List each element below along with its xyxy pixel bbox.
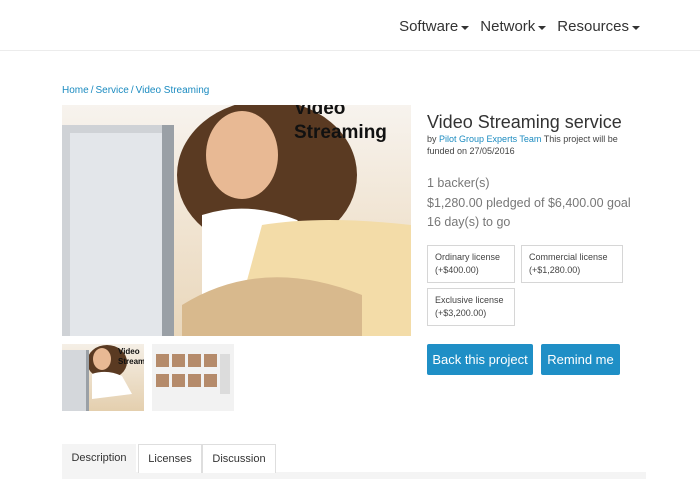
license-price: (+$3,200.00) bbox=[435, 308, 487, 318]
breadcrumb-home[interactable]: Home bbox=[62, 85, 89, 96]
main-nav: Software Network Resources bbox=[399, 18, 640, 35]
thumbnail-2[interactable] bbox=[152, 344, 234, 411]
days-left: 16 day(s) to go bbox=[427, 215, 511, 229]
thumbnail-1[interactable]: Video Streami bbox=[62, 344, 144, 411]
thumbnail-2-image bbox=[152, 344, 234, 411]
caret-down-icon bbox=[538, 25, 547, 30]
image-overlay-title: Video Streaming bbox=[294, 105, 387, 143]
caret-down-icon bbox=[632, 25, 640, 30]
nav-resources[interactable]: Resources bbox=[557, 18, 640, 35]
breadcrumb-current[interactable]: Video Streaming bbox=[136, 85, 210, 96]
license-exclusive[interactable]: Exclusive license (+$3,200.00) bbox=[427, 288, 515, 326]
nav-resources-label: Resources bbox=[557, 18, 629, 35]
nav-software-label: Software bbox=[399, 18, 459, 35]
project-main-image: Video Streaming bbox=[62, 105, 411, 336]
nav-software[interactable]: Software bbox=[399, 18, 470, 35]
license-price: (+$400.00) bbox=[435, 265, 479, 275]
tab-content-bar bbox=[62, 472, 646, 479]
license-ordinary[interactable]: Ordinary license (+$400.00) bbox=[427, 245, 515, 283]
tab-description[interactable]: Description bbox=[62, 444, 136, 472]
license-name: Exclusive license bbox=[435, 295, 504, 305]
project-byline: by Pilot Group Experts Team This project… bbox=[427, 133, 637, 157]
license-name: Commercial license bbox=[529, 252, 608, 262]
license-name: Ordinary license bbox=[435, 252, 501, 262]
caret-down-icon bbox=[461, 25, 470, 30]
project-stats: 1 backer(s) $1,280.00 pledged of $6,400.… bbox=[427, 174, 631, 233]
backers-count: 1 backer(s) bbox=[427, 176, 490, 190]
tab-licenses[interactable]: Licenses bbox=[138, 444, 202, 473]
license-price: (+$1,280.00) bbox=[529, 265, 581, 275]
nav-network[interactable]: Network bbox=[480, 18, 547, 35]
breadcrumb-service[interactable]: Service bbox=[95, 85, 128, 96]
team-link[interactable]: Pilot Group Experts Team bbox=[439, 134, 541, 144]
byline-prefix: by bbox=[427, 134, 437, 144]
nav-network-label: Network bbox=[480, 18, 536, 35]
remind-me-button[interactable]: Remind me bbox=[541, 344, 620, 375]
project-title: Video Streaming service bbox=[427, 112, 622, 132]
thumbnail-1-title: Video Streami bbox=[118, 347, 144, 366]
back-project-button[interactable]: Back this project bbox=[427, 344, 533, 375]
tab-discussion[interactable]: Discussion bbox=[202, 444, 276, 473]
pledged-amount: $1,280.00 pledged of $6,400.00 goal bbox=[427, 195, 631, 210]
top-navbar: Software Network Resources bbox=[0, 0, 700, 51]
license-commercial[interactable]: Commercial license (+$1,280.00) bbox=[521, 245, 623, 283]
project-tabs: Description Licenses Discussion bbox=[62, 444, 646, 479]
breadcrumb: Home / Service / Video Streaming bbox=[62, 85, 210, 96]
